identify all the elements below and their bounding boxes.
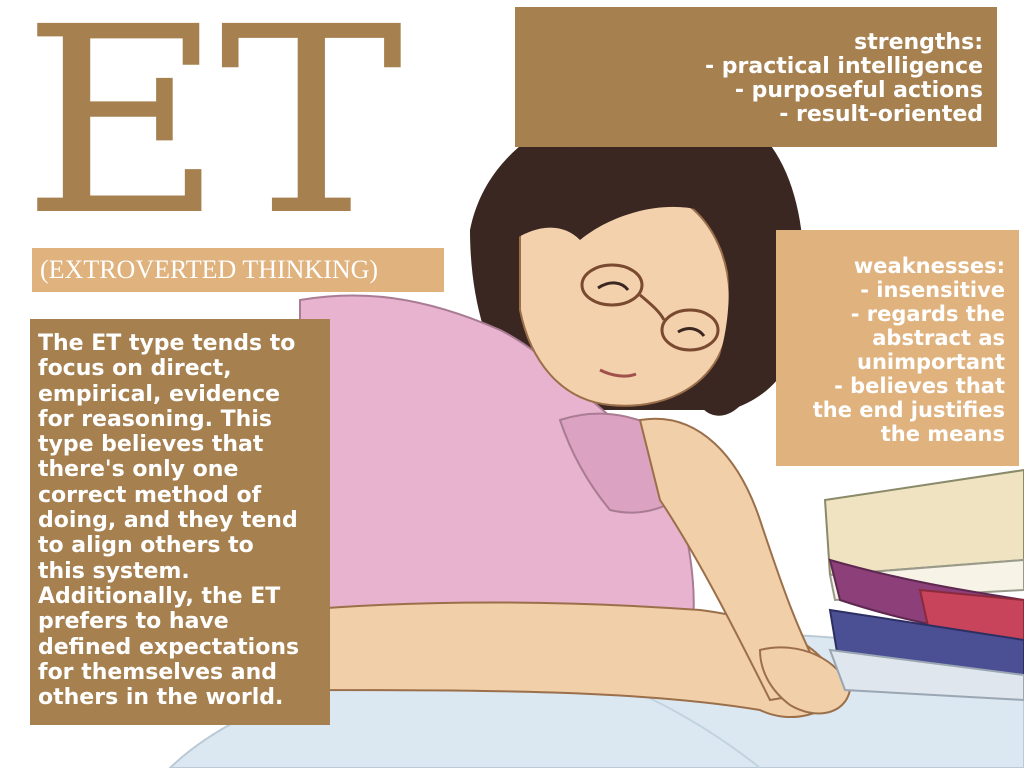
description-line: there's only one [38, 457, 239, 483]
description-line: prefers to have [38, 609, 229, 635]
weaknesses-box: weaknesses: - insensitive - regards the … [776, 230, 1019, 466]
title-et: ET [22, 0, 403, 272]
weaknesses-item: - believes that [834, 374, 1005, 398]
weaknesses-item: unimportant [857, 350, 1005, 374]
strengths-item: - practical intelligence [705, 54, 983, 79]
description-line: doing, and they tend [38, 508, 298, 534]
description-line: The ET type tends to [38, 331, 296, 356]
weaknesses-item: the end justifies [812, 398, 1005, 422]
book-top [823, 468, 1024, 577]
description-line: others in the world. [38, 685, 284, 711]
weaknesses-item: abstract as [872, 326, 1005, 350]
strengths-heading: strengths: [854, 30, 983, 55]
description-box: The ET type tends to focus on direct, em… [30, 319, 330, 725]
description-line: for reasoning. This [38, 406, 272, 432]
strengths-item: - purposeful actions [734, 78, 983, 103]
subtitle-banner: (EXTROVERTED THINKING) [32, 248, 444, 292]
weaknesses-item: - insensitive [860, 278, 1005, 302]
weaknesses-item: - regards the [850, 302, 1005, 326]
description-line: type believes that [38, 432, 264, 458]
weaknesses-item: the means [880, 422, 1005, 446]
description-line: empirical, evidence [38, 381, 281, 407]
strengths-item: - result-oriented [779, 102, 983, 127]
description-line: this system. [38, 558, 190, 584]
description-line: to align others to [38, 533, 254, 559]
strengths-box: strengths: - practical intelligence - pu… [515, 7, 997, 147]
description-line: for themselves and [38, 659, 278, 685]
poster-canvas: ET (EXTROVERTED THINKING) strengths: - p… [0, 0, 1024, 768]
weaknesses-heading: weaknesses: [853, 254, 1005, 278]
description-line: focus on direct, [38, 356, 232, 382]
description-line: defined expectations [38, 634, 300, 660]
description-line: correct method of [38, 482, 262, 508]
description-line: Additionally, the ET [38, 583, 281, 609]
